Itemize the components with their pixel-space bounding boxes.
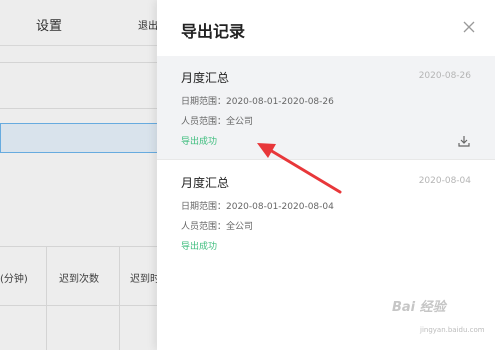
download-icon[interactable]: [457, 134, 471, 148]
close-icon[interactable]: [462, 20, 476, 34]
watermark-url: jingyan.baidu.com: [420, 326, 485, 334]
record-date: 2020-08-04: [418, 176, 471, 186]
record-title: 月度汇总: [181, 71, 230, 85]
export-record-item[interactable]: 月度汇总 2020-08-04 日期范围：2020-08-01-2020-08-…: [157, 161, 495, 264]
drawer-title: 导出记录: [181, 22, 246, 41]
record-date: 2020-08-26: [418, 71, 471, 81]
record-divider: [157, 159, 495, 160]
record-people-range: 人员范围：全公司: [181, 222, 254, 232]
export-record-item[interactable]: 月度汇总 2020-08-26 日期范围：2020-08-01-2020-08-…: [157, 56, 495, 159]
watermark-logo: Bai 经验: [392, 300, 446, 315]
record-status: 导出成功: [181, 242, 218, 252]
record-date-range: 日期范围：2020-08-01-2020-08-04: [181, 202, 334, 212]
export-records-drawer: 导出记录 月度汇总 2020-08-26 日期范围：2020-08-01-202…: [157, 0, 500, 350]
record-date-range: 日期范围：2020-08-01-2020-08-26: [181, 97, 334, 107]
record-status: 导出成功: [181, 137, 218, 147]
record-title: 月度汇总: [181, 176, 230, 190]
record-people-range: 人员范围：全公司: [181, 117, 254, 127]
